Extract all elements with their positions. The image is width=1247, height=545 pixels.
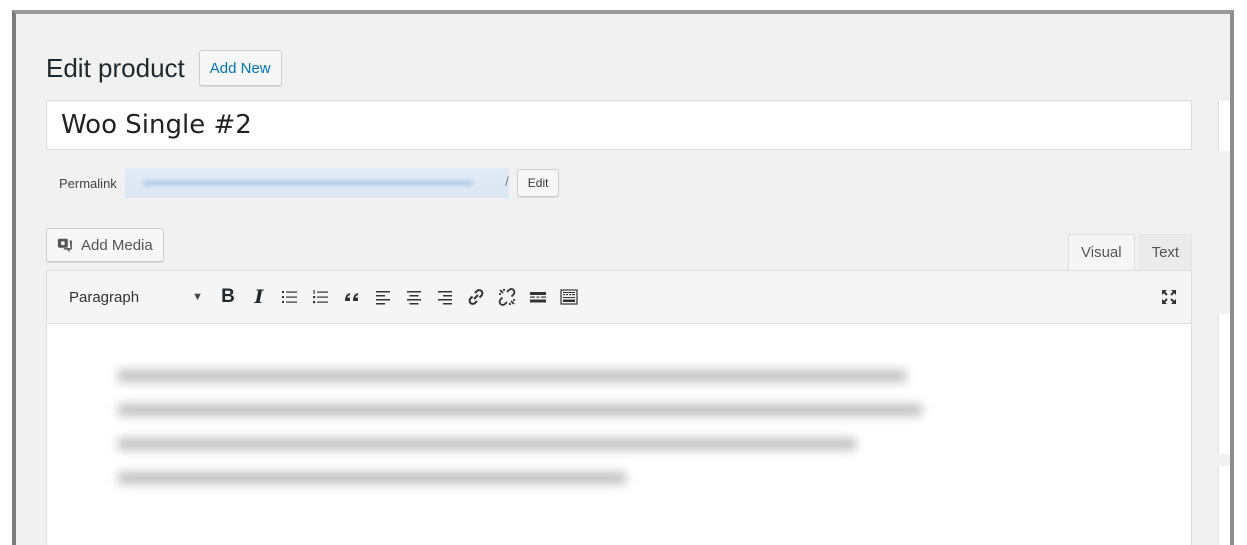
align-right-icon[interactable] xyxy=(431,282,459,312)
blurred-text-line xyxy=(117,370,907,382)
sidebar-panel-edge-mid xyxy=(1218,314,1230,454)
fullscreen-icon[interactable] xyxy=(1155,282,1183,312)
product-title-input[interactable] xyxy=(46,100,1192,150)
editor-tabs: Visual Text xyxy=(1064,234,1193,270)
align-center-icon[interactable] xyxy=(400,282,428,312)
toolbar-toggle-icon[interactable] xyxy=(555,282,583,312)
blockquote-icon[interactable] xyxy=(338,282,366,312)
add-new-button[interactable]: Add New xyxy=(198,50,282,86)
permalink-row: Permalink / Edit xyxy=(59,166,560,200)
sidebar-panel-edge-bottom xyxy=(1218,466,1230,545)
screenshot-frame: Edit product Add New Permalink / Edit Ad… xyxy=(0,0,1247,545)
insert-link-icon[interactable] xyxy=(462,282,490,312)
sidebar-panel-edge xyxy=(1218,101,1230,151)
editor-content-area[interactable] xyxy=(47,324,1191,545)
tab-visual[interactable]: Visual xyxy=(1068,234,1135,270)
blurred-text-line xyxy=(117,472,627,484)
permalink-edit-button[interactable]: Edit xyxy=(516,169,560,197)
format-select[interactable]: Paragraph ▼ xyxy=(61,282,211,312)
permalink-url-link[interactable]: / xyxy=(124,168,509,198)
read-more-icon[interactable] xyxy=(524,282,552,312)
italic-icon[interactable]: I xyxy=(245,282,273,312)
bold-icon[interactable]: B xyxy=(214,282,242,312)
blurred-text-line xyxy=(117,438,857,450)
add-media-button[interactable]: Add Media xyxy=(46,228,164,262)
bulleted-list-icon[interactable] xyxy=(276,282,304,312)
chevron-down-icon: ▼ xyxy=(192,291,203,303)
content-editor: Paragraph ▼ B I xyxy=(46,270,1192,545)
media-icon xyxy=(57,238,72,253)
page-title: Edit product xyxy=(46,52,185,83)
heading-row: Edit product Add New xyxy=(46,48,282,88)
remove-link-icon[interactable] xyxy=(493,282,521,312)
align-left-icon[interactable] xyxy=(369,282,397,312)
permalink-label: Permalink xyxy=(59,175,117,191)
editor-toolbar: Paragraph ▼ B I xyxy=(47,271,1191,324)
admin-screen: Edit product Add New Permalink / Edit Ad… xyxy=(12,10,1234,545)
blurred-text-line xyxy=(117,404,923,416)
format-select-value: Paragraph xyxy=(69,288,140,306)
tab-text[interactable]: Text xyxy=(1138,234,1193,270)
permalink-url-end: / xyxy=(505,174,509,189)
add-media-label: Add Media xyxy=(81,236,153,254)
numbered-list-icon[interactable] xyxy=(307,282,335,312)
